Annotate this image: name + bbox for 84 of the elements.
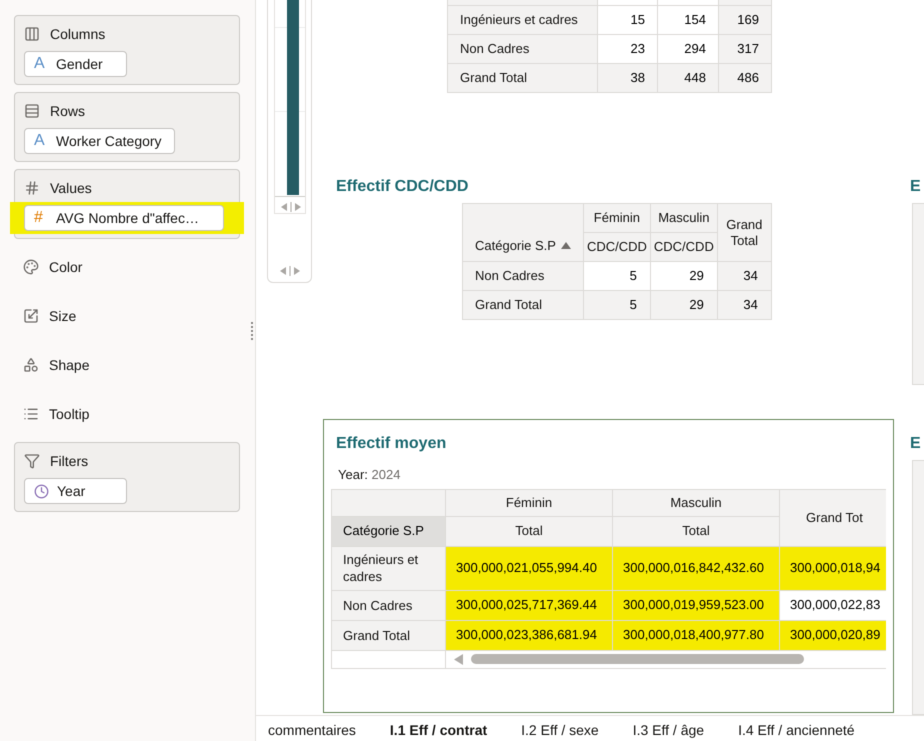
field-pill[interactable]: Year bbox=[24, 478, 127, 504]
sheet-tab[interactable]: I.3 Eff / âge bbox=[632, 722, 704, 738]
row-header: Grand Total bbox=[462, 290, 584, 320]
table-cell: 317 bbox=[718, 34, 772, 64]
table-cell: 38 bbox=[598, 64, 658, 92]
table-cell: 448 bbox=[658, 64, 718, 92]
rows-icon bbox=[24, 103, 40, 119]
filter-label: Year: 2024 bbox=[338, 466, 402, 484]
table-cell: 300,000,019,959,523.00 bbox=[612, 590, 780, 620]
section-label: Size bbox=[49, 306, 76, 326]
column-header: CDC/CDD bbox=[583, 232, 650, 262]
field-pill[interactable]: # AVG Nombre d"affec… bbox=[24, 205, 224, 231]
size-icon bbox=[23, 308, 39, 324]
table-cell: 300,000,016,842,432.60 bbox=[612, 546, 780, 590]
table-cell: 300,000,018,94 bbox=[780, 546, 886, 590]
shape-icon bbox=[23, 357, 39, 373]
table-cell: 486 bbox=[718, 64, 772, 92]
row-header: Ingénieurs et cadres bbox=[332, 546, 446, 590]
section-label: Values bbox=[50, 178, 92, 198]
attribute-icon: A bbox=[34, 129, 48, 153]
table-cell: 154 bbox=[658, 6, 718, 34]
tile-title: Effectif moyen bbox=[336, 434, 448, 454]
column-header: Grand Tot bbox=[780, 489, 886, 546]
table-cell: 29 bbox=[650, 290, 718, 320]
sort-ascending-icon[interactable] bbox=[560, 242, 571, 249]
section-label: Shape bbox=[49, 356, 90, 375]
table-cell: 5 bbox=[583, 262, 650, 290]
sheet-tab[interactable]: I.1 Eff / contrat bbox=[390, 722, 488, 738]
sheet-tab[interactable]: I.4 Eff / ancienneté bbox=[738, 722, 855, 738]
attribute-icon: A bbox=[34, 52, 48, 76]
scroll-left-icon[interactable] bbox=[454, 654, 463, 664]
color-icon bbox=[23, 259, 39, 275]
columns-icon bbox=[24, 26, 40, 42]
sheet-tab[interactable]: I.2 Eff / sexe bbox=[521, 722, 599, 738]
table-cell: 15 bbox=[598, 6, 658, 34]
table-cell: 34 bbox=[717, 262, 772, 290]
table-cell: 23 bbox=[598, 34, 658, 64]
column-header: Masculin bbox=[650, 204, 718, 232]
field-pill[interactable]: A Worker Category bbox=[24, 128, 175, 154]
measure-icon: # bbox=[34, 206, 48, 230]
section-label: Tooltip bbox=[49, 404, 90, 424]
table-cell: 169 bbox=[718, 6, 772, 34]
field-pill[interactable]: A Gender bbox=[24, 51, 127, 77]
table-cell: 300,000,018,400,977.80 bbox=[612, 620, 780, 650]
row-header: Non Cadres bbox=[448, 34, 598, 64]
table-cell: 300,000,021,055,994.40 bbox=[446, 546, 612, 590]
section-label: Color bbox=[49, 258, 82, 276]
tooltip-icon bbox=[23, 406, 39, 422]
column-header: CDC/CDD bbox=[650, 232, 718, 262]
clock-icon bbox=[34, 484, 49, 498]
table-cell: 300,000,025,717,369.44 bbox=[446, 590, 612, 620]
row-header-label: Catégorie S.P bbox=[475, 236, 556, 255]
tile-title: Effectif CDC/CDD bbox=[336, 177, 468, 197]
row-header: Catégorie S.P bbox=[332, 516, 446, 546]
column-header: Féminin bbox=[583, 204, 650, 232]
row-header: Non Cadres bbox=[462, 262, 584, 290]
table-cell: 300,000,022,83 bbox=[780, 590, 886, 620]
column-header: Grand Total bbox=[717, 204, 772, 262]
resize-handle[interactable] bbox=[251, 322, 254, 340]
sheet-tab[interactable]: commentaires bbox=[268, 722, 356, 738]
row-header: Grand Total bbox=[448, 64, 598, 92]
section-label: Filters bbox=[50, 452, 88, 470]
scroll-arrows-icon[interactable] bbox=[280, 202, 302, 212]
values-icon bbox=[24, 180, 40, 196]
table-cell: 294 bbox=[658, 34, 718, 64]
table-cell: 29 bbox=[650, 262, 718, 290]
horizontal-scrollbar[interactable] bbox=[471, 654, 804, 664]
section-label: Columns bbox=[50, 24, 106, 44]
table-cell: 34 bbox=[717, 290, 772, 320]
section-label: Rows bbox=[50, 102, 86, 120]
column-header: Féminin bbox=[446, 489, 612, 516]
table-cell: 300,000,023,386,681.94 bbox=[446, 620, 612, 650]
column-header: Masculin bbox=[612, 489, 780, 516]
row-header: Grand Total bbox=[332, 620, 446, 650]
scroll-arrows-icon[interactable] bbox=[279, 266, 301, 276]
row-header: Ingénieurs et cadres bbox=[448, 6, 598, 34]
table-cell: 5 bbox=[583, 290, 650, 320]
filters-icon bbox=[24, 453, 40, 469]
column-header: Total bbox=[612, 516, 780, 546]
tile-title: E bbox=[910, 177, 921, 197]
row-header: Non Cadres bbox=[332, 590, 446, 620]
tile-title: E bbox=[910, 434, 921, 454]
column-header: Total bbox=[446, 516, 612, 546]
table-cell: 300,000,020,89 bbox=[780, 620, 886, 650]
